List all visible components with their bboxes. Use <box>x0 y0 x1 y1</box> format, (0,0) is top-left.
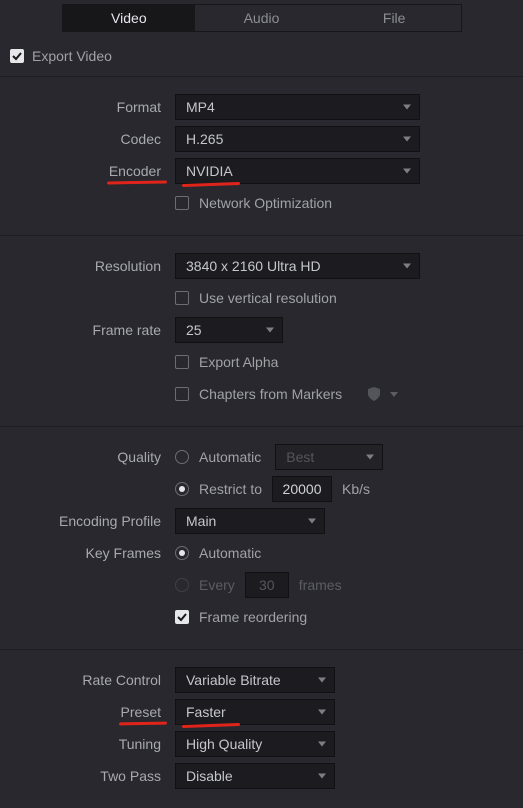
chevron-down-icon <box>266 328 274 333</box>
encoding-profile-value: Main <box>186 513 216 529</box>
encoder-label: Encoder <box>10 163 175 179</box>
resolution-dropdown[interactable]: 3840 x 2160 Ultra HD <box>175 253 420 279</box>
chevron-down-icon <box>308 519 316 524</box>
tab-file[interactable]: File <box>328 5 461 31</box>
quality-restrict-label: Restrict to <box>199 481 262 497</box>
frame-rate-label: Frame rate <box>10 322 175 338</box>
chevron-down-icon <box>403 264 411 269</box>
two-pass-dropdown[interactable]: Disable <box>175 763 335 789</box>
key-frames-every-input: 30 <box>245 572 289 598</box>
key-frames-frames-label: frames <box>299 577 342 593</box>
chapters-label: Chapters from Markers <box>199 386 342 402</box>
frame-rate-value: 25 <box>186 322 202 338</box>
vertical-resolution-checkbox[interactable] <box>175 291 189 305</box>
export-alpha-label: Export Alpha <box>199 354 278 370</box>
quality-auto-value: Best <box>286 449 314 465</box>
resolution-label: Resolution <box>10 258 175 274</box>
chevron-down-icon <box>318 710 326 715</box>
quality-label: Quality <box>10 449 175 465</box>
chapters-checkbox[interactable] <box>175 387 189 401</box>
frame-reordering-checkbox[interactable] <box>175 610 189 624</box>
codec-label: Codec <box>10 131 175 147</box>
encoding-profile-dropdown[interactable]: Main <box>175 508 325 534</box>
codec-dropdown[interactable]: H.265 <box>175 126 420 152</box>
format-dropdown[interactable]: MP4 <box>175 94 420 120</box>
frame-reordering-label: Frame reordering <box>199 609 307 625</box>
export-video-checkbox[interactable] <box>10 49 24 63</box>
rate-control-label: Rate Control <box>10 672 175 688</box>
key-frames-automatic-radio[interactable] <box>175 546 189 560</box>
preset-dropdown[interactable]: Faster <box>175 699 335 725</box>
frame-rate-dropdown[interactable]: 25 <box>175 317 283 343</box>
export-video-label: Export Video <box>32 48 112 64</box>
resolution-value: 3840 x 2160 Ultra HD <box>186 258 321 274</box>
tab-audio[interactable]: Audio <box>195 5 328 31</box>
vertical-resolution-label: Use vertical resolution <box>199 290 337 306</box>
chevron-down-icon <box>318 678 326 683</box>
format-label: Format <box>10 99 175 115</box>
rate-control-value: Variable Bitrate <box>186 672 281 688</box>
tab-video[interactable]: Video <box>63 5 196 31</box>
key-frames-automatic-label: Automatic <box>199 545 261 561</box>
quality-unit: Kb/s <box>342 481 370 497</box>
format-value: MP4 <box>186 99 215 115</box>
codec-value: H.265 <box>186 131 223 147</box>
chevron-down-icon <box>403 169 411 174</box>
quality-restrict-input[interactable]: 20000 <box>272 476 332 502</box>
chevron-down-icon <box>403 105 411 110</box>
tuning-dropdown[interactable]: High Quality <box>175 731 335 757</box>
quality-auto-dropdown: Best <box>275 444 383 470</box>
encoding-profile-label: Encoding Profile <box>10 513 175 529</box>
chevron-down-icon <box>403 137 411 142</box>
network-optimization-checkbox[interactable] <box>175 196 189 210</box>
chevron-down-icon[interactable] <box>390 392 398 397</box>
tuning-value: High Quality <box>186 736 262 752</box>
two-pass-label: Two Pass <box>10 768 175 784</box>
export-alpha-checkbox[interactable] <box>175 355 189 369</box>
encoder-value: NVIDIA <box>186 163 233 179</box>
network-optimization-label: Network Optimization <box>199 195 332 211</box>
tuning-label: Tuning <box>10 736 175 752</box>
key-frames-every-label: Every <box>199 577 235 593</box>
encoder-dropdown[interactable]: NVIDIA <box>175 158 420 184</box>
rate-control-dropdown[interactable]: Variable Bitrate <box>175 667 335 693</box>
preset-value: Faster <box>186 704 226 720</box>
two-pass-value: Disable <box>186 768 233 784</box>
key-frames-every-radio[interactable] <box>175 578 189 592</box>
quality-automatic-radio[interactable] <box>175 450 189 464</box>
quality-restrict-radio[interactable] <box>175 482 189 496</box>
chevron-down-icon <box>366 455 374 460</box>
format-tabs: Video Audio File <box>62 4 462 32</box>
shield-icon <box>368 387 380 401</box>
quality-automatic-label: Automatic <box>199 449 261 465</box>
chevron-down-icon <box>318 774 326 779</box>
chevron-down-icon <box>318 742 326 747</box>
preset-label: Preset <box>10 704 175 720</box>
key-frames-label: Key Frames <box>10 545 175 561</box>
